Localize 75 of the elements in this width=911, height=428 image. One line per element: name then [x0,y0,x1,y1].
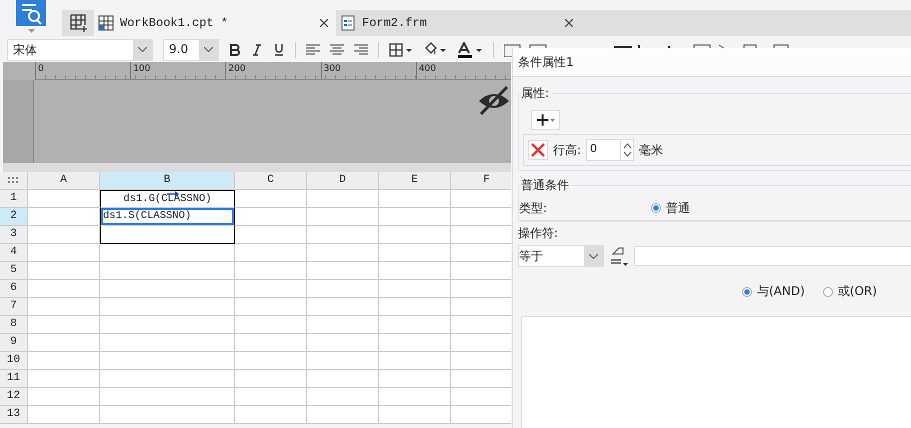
grid-file-icon [98,15,114,31]
column-header[interactable]: B [100,172,235,190]
plus-icon [536,114,555,126]
condition-list[interactable] [521,316,911,428]
column-header[interactable]: C [235,172,307,190]
row-header[interactable]: 11 [0,370,28,388]
row-header[interactable]: 7 [0,298,28,316]
font-dropdown[interactable]: 宋体 [7,38,153,60]
spin-arrows-icon[interactable] [622,142,632,158]
row-header[interactable]: 2 [0,208,28,226]
ruler-label: 300 [320,62,416,79]
search-report-icon[interactable] [16,0,46,26]
field-label: 行高: [553,142,582,158]
align-center-icon[interactable] [330,44,344,56]
column-header[interactable]: E [379,172,451,190]
form-file-icon [340,15,356,31]
field-label: 类型: [519,200,548,216]
table-cell[interactable] [100,226,235,244]
row-header[interactable]: 4 [0,244,28,262]
splitter-bar[interactable] [3,163,511,172]
font-size-dropdown[interactable]: 9.0 [163,38,219,60]
unit-label: 毫米 [639,142,664,158]
row-header[interactable]: 8 [0,316,28,334]
tab-label: Form2.frm [362,16,428,30]
row-header[interactable]: 3 [0,226,28,244]
chevron-down-icon [589,254,598,258]
hidden-eye-icon[interactable] [477,85,511,115]
row-height-spinner[interactable]: 0 [586,139,634,161]
delete-button[interactable] [528,140,548,160]
type-radio[interactable]: 普通 [651,200,690,216]
ruler-label: 100 [130,62,226,79]
close-icon [531,143,545,157]
tab-label: WorkBook1.cpt * [120,16,230,30]
column-header[interactable]: A [28,172,100,190]
row-header[interactable]: 9 [0,334,28,352]
borders-icon[interactable] [389,42,413,56]
logic-radio[interactable]: 与(AND) [742,283,805,300]
table-cell[interactable]: ds1.G(CLASSNO) [100,190,235,208]
right-arrow-icon [167,191,179,197]
field-label: 操作符: [518,225,560,242]
ruler-label: 0 [35,62,130,79]
close-icon[interactable] [320,19,328,27]
font-color-icon[interactable] [457,42,483,58]
align-left-icon[interactable] [306,44,320,56]
row-header[interactable]: 6 [0,280,28,298]
file-tab[interactable]: WorkBook1.cpt * [94,10,336,36]
chevron-down-icon [138,47,147,52]
new-grid-icon[interactable] [70,14,88,32]
section-legend: 属性: [521,85,552,102]
value-field[interactable] [634,246,911,266]
italic-icon[interactable] [251,44,263,56]
select-all-icon[interactable] [8,177,19,184]
text-type-icon[interactable] [609,246,629,266]
section-legend: 普通条件 [521,177,572,194]
close-icon[interactable] [565,19,573,27]
row-header[interactable]: 1 [0,190,28,208]
panel-title: 条件属性1 [513,48,911,77]
row-header[interactable]: 5 [0,262,28,280]
row-header[interactable]: 13 [0,406,28,424]
row-header[interactable]: 12 [0,388,28,406]
logic-radio[interactable]: 或(OR) [822,283,877,300]
column-header[interactable]: F [451,172,511,190]
table-cell[interactable]: ds1.S(CLASSNO) [100,208,235,226]
fill-color-icon[interactable] [423,42,447,58]
caret-icon[interactable] [28,29,34,33]
ruler-label: 400 [416,62,512,79]
operator-dropdown[interactable]: 等于 [518,245,604,267]
underline-icon[interactable] [273,43,285,56]
ruler-label: 200 [225,62,321,79]
chevron-down-icon [204,47,213,52]
add-button[interactable] [531,110,560,130]
align-right-icon[interactable] [354,44,368,56]
row-header[interactable]: 10 [0,352,28,370]
bold-icon[interactable] [229,44,241,56]
column-header[interactable]: D [307,172,379,190]
